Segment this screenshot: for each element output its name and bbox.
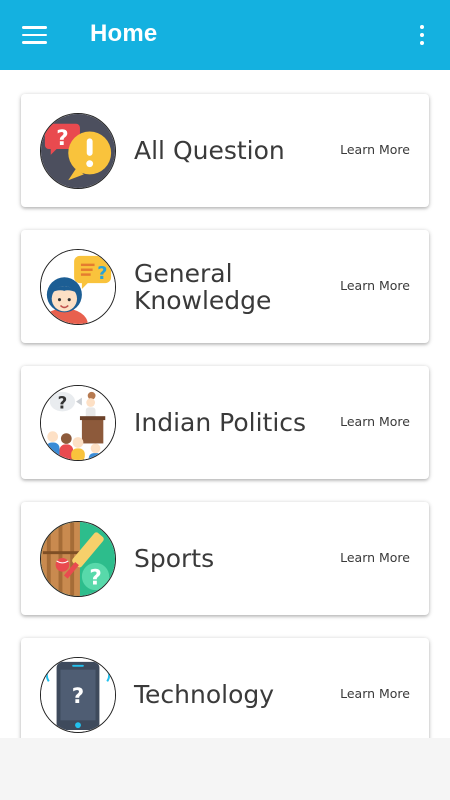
category-card-all-question[interactable]: ? All Question Learn More bbox=[21, 94, 429, 207]
category-title: General Knowledge bbox=[134, 258, 272, 315]
svg-text:?: ? bbox=[58, 393, 68, 412]
category-title: Sports bbox=[134, 544, 215, 573]
learn-more-link[interactable]: Learn More bbox=[340, 686, 410, 701]
category-title: Indian Politics bbox=[134, 408, 307, 437]
girl-thinking-icon: ? bbox=[40, 249, 116, 325]
learn-more-link[interactable]: Learn More bbox=[340, 550, 410, 565]
page-title: Home bbox=[90, 20, 158, 47]
svg-text:?: ? bbox=[97, 264, 107, 284]
category-list: ? All Question Learn More ? General Know… bbox=[0, 70, 450, 738]
svg-text:?: ? bbox=[56, 126, 68, 151]
phone-question-icon: ? bbox=[40, 657, 116, 733]
learn-more-link[interactable]: Learn More bbox=[340, 414, 410, 429]
overflow-menu-icon[interactable] bbox=[415, 24, 429, 48]
category-card-indian-politics[interactable]: ? Indian Politics Learn More bbox=[21, 366, 429, 479]
category-card-general-knowledge[interactable]: ? General Knowledge Learn More bbox=[21, 230, 429, 343]
category-title: All Question bbox=[134, 136, 285, 165]
category-card-technology[interactable]: ? Technology Learn More bbox=[21, 638, 429, 738]
bottom-area bbox=[0, 738, 450, 800]
learn-more-link[interactable]: Learn More bbox=[340, 278, 410, 293]
learn-more-link[interactable]: Learn More bbox=[340, 142, 410, 157]
politician-podium-icon: ? bbox=[40, 385, 116, 461]
category-title: Technology bbox=[134, 680, 275, 709]
app-bar: Home bbox=[0, 0, 450, 70]
hamburger-menu-icon[interactable] bbox=[22, 25, 47, 45]
cricket-bat-ball-icon: ? bbox=[40, 521, 116, 597]
svg-text:?: ? bbox=[89, 565, 101, 590]
question-exclamation-bubbles-icon: ? bbox=[40, 113, 116, 189]
category-card-sports[interactable]: ? Sports Learn More bbox=[21, 502, 429, 615]
svg-text:?: ? bbox=[72, 684, 84, 709]
